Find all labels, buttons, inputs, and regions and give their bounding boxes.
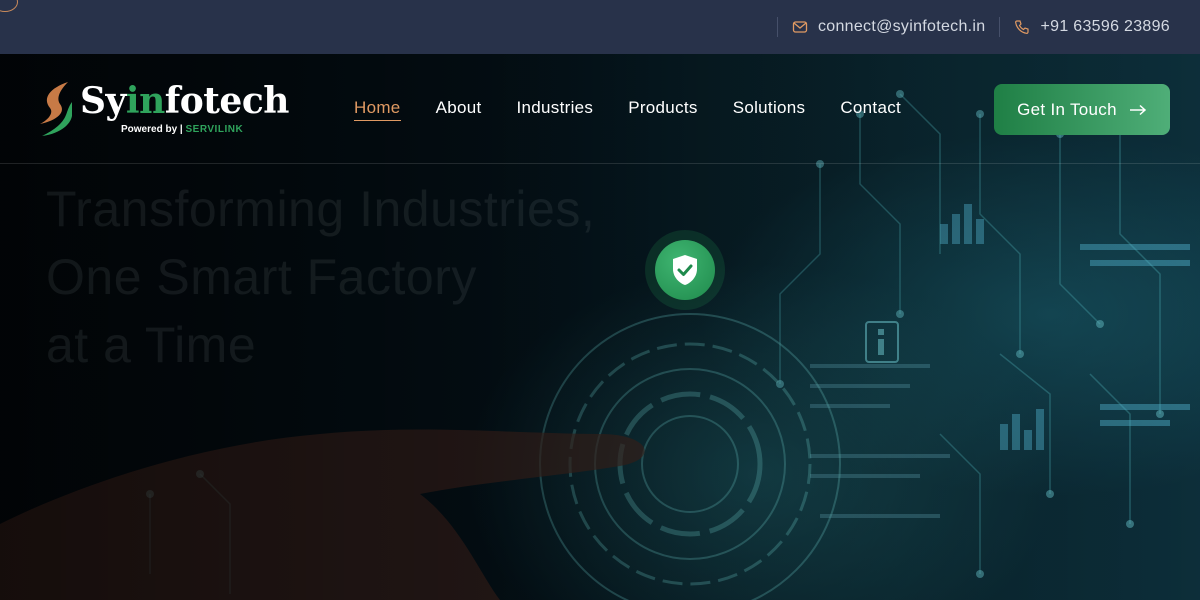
nav-about[interactable]: About bbox=[436, 98, 482, 121]
nav-home[interactable]: Home bbox=[354, 98, 401, 121]
top-contact-bar: connect@syinfotech.in +91 63596 23896 bbox=[0, 0, 1200, 54]
phone-contact[interactable]: +91 63596 23896 bbox=[999, 17, 1170, 37]
logo-wordmark: Syinfotech bbox=[80, 80, 289, 122]
phone-text[interactable]: +91 63596 23896 bbox=[1040, 18, 1170, 36]
nav-products[interactable]: Products bbox=[628, 98, 698, 121]
mail-icon bbox=[792, 21, 808, 33]
get-in-touch-button[interactable]: Get In Touch bbox=[994, 84, 1170, 135]
logo-text-suffix: fotech bbox=[164, 80, 290, 122]
logo-tagline: Powered by | SERVILINK bbox=[121, 124, 243, 135]
headline-line-2: One Smart Factory bbox=[46, 249, 477, 305]
shield-badge bbox=[645, 230, 725, 310]
arrow-right-icon bbox=[1129, 104, 1146, 115]
powered-by-text: Powered by | bbox=[121, 124, 183, 135]
headline-line-1: Transforming Industries, bbox=[46, 181, 596, 237]
logo-mark-icon bbox=[40, 82, 72, 136]
email-text[interactable]: connect@syinfotech.in bbox=[818, 18, 986, 36]
hero-headline: Transforming Industries, One Smart Facto… bbox=[46, 175, 595, 379]
headline-line-3: at a Time bbox=[46, 317, 257, 373]
nav-industries[interactable]: Industries bbox=[517, 98, 594, 121]
nav-solutions[interactable]: Solutions bbox=[733, 98, 806, 121]
shield-check-icon bbox=[673, 255, 697, 285]
logo-text-prefix: Sy bbox=[80, 80, 126, 122]
main-navbar: Syinfotech Powered by | SERVILINK Home A… bbox=[0, 54, 1200, 164]
servilink-brand: SERVILINK bbox=[185, 124, 244, 135]
primary-nav: Home About Industries Products Solutions… bbox=[354, 98, 901, 121]
phone-icon bbox=[1015, 20, 1030, 34]
shield-badge-inner bbox=[655, 240, 715, 300]
nav-contact[interactable]: Contact bbox=[840, 98, 901, 121]
logo-text-accent: in bbox=[125, 80, 165, 122]
corner-decoration bbox=[0, 0, 18, 12]
get-in-touch-label: Get In Touch bbox=[1017, 99, 1117, 119]
email-contact[interactable]: connect@syinfotech.in bbox=[776, 17, 986, 37]
site-logo[interactable]: Syinfotech Powered by | SERVILINK bbox=[38, 80, 289, 140]
